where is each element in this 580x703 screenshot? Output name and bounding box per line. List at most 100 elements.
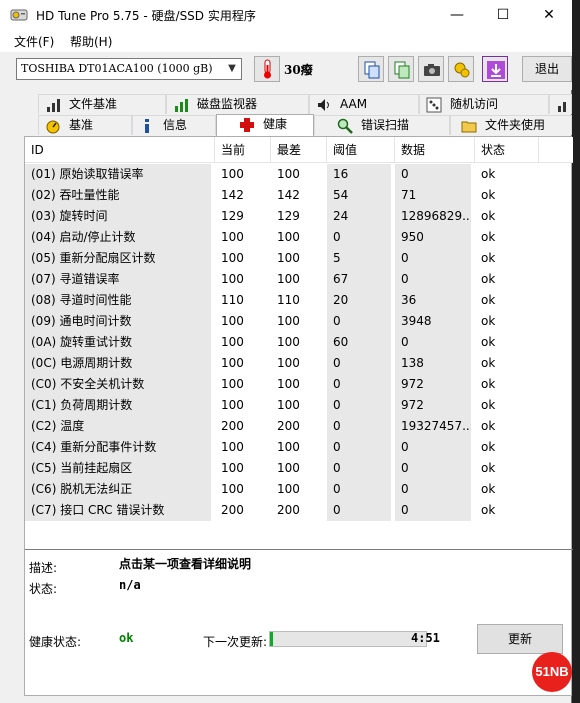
table-row[interactable]: (03) 旋转时间 129 129 24 12896829... ok	[25, 206, 573, 227]
table-row[interactable]: (01) 原始读取错误率 100 100 16 0 ok	[25, 164, 573, 185]
cell-status: ok	[481, 230, 496, 244]
cell-threshold: 20	[327, 290, 391, 311]
table-row[interactable]: (C1) 负荷周期计数 100 100 0 972 ok	[25, 395, 573, 416]
cell-threshold: 54	[327, 185, 391, 206]
table-row[interactable]: (C0) 不安全关机计数 100 100 0 972 ok	[25, 374, 573, 395]
cell-current: 129	[221, 209, 244, 223]
magnifier-icon	[337, 118, 353, 134]
cell-worst: 100	[277, 461, 300, 475]
cell-worst: 100	[277, 398, 300, 412]
save-icon	[394, 61, 410, 79]
extra-tab-icon	[558, 102, 566, 112]
cell-threshold: 0	[327, 353, 391, 374]
health-cross-icon	[240, 118, 254, 132]
table-row[interactable]: (C7) 接口 CRC 错误计数 200 200 0 0 ok	[25, 500, 573, 521]
cell-id: (0A) 旋转重试计数	[25, 332, 211, 353]
cell-worst: 100	[277, 251, 300, 265]
screenshot-button[interactable]	[418, 56, 444, 82]
description-label: 描述:	[29, 561, 58, 575]
thermometer-icon	[264, 59, 271, 79]
cell-current: 100	[221, 167, 244, 181]
table-row[interactable]: (C5) 当前挂起扇区 100 100 0 0 ok	[25, 458, 573, 479]
refresh-button[interactable]: 更新	[477, 624, 563, 654]
health-status-label: 健康状态:	[29, 635, 82, 649]
health-panel: ID 当前 最差 阈值 数据 状态 (01) 原始读取错误率 100 100 16 0 o…	[24, 136, 573, 696]
table-row[interactable]: (C6) 脱机无法纠正 100 100 0 0 ok	[25, 479, 573, 500]
cell-status: ok	[481, 293, 496, 307]
column-header-id[interactable]: ID	[25, 137, 215, 163]
drive-select[interactable]: TOSHIBA DT01ACA100 (1000 gB) ▼	[16, 58, 242, 80]
cell-status: ok	[481, 377, 496, 391]
cell-worst: 100	[277, 482, 300, 496]
thermometer-button[interactable]	[254, 56, 280, 82]
divider	[25, 549, 573, 550]
options-button[interactable]	[448, 56, 474, 82]
cell-data: 950	[395, 227, 471, 248]
cell-data: 0	[395, 332, 471, 353]
cell-threshold: 67	[327, 269, 391, 290]
next-update-progress	[269, 631, 427, 647]
cell-status: ok	[481, 398, 496, 412]
exit-button[interactable]: 退出	[522, 56, 572, 82]
close-button[interactable]: ✕	[526, 0, 572, 30]
cell-worst: 100	[277, 356, 300, 370]
menu-help[interactable]: 帮助(H)	[70, 33, 112, 50]
table-row[interactable]: (07) 寻道错误率 100 100 67 0 ok	[25, 269, 573, 290]
camera-icon	[424, 64, 440, 76]
cell-worst: 100	[277, 377, 300, 391]
minimize-button[interactable]: —	[434, 0, 480, 30]
tab-error-scan[interactable]: 错误扫描	[314, 115, 450, 135]
app-window: HD Tune Pro 5.75 - 硬盘/SSD 实用程序 — ☐ ✕ 文件(…	[0, 0, 573, 703]
table-row[interactable]: (C4) 重新分配事件计数 100 100 0 0 ok	[25, 437, 573, 458]
column-header-status[interactable]: 状态	[475, 137, 539, 163]
cell-threshold: 0	[327, 458, 391, 479]
table-row[interactable]: (09) 通电时间计数 100 100 0 3948 ok	[25, 311, 573, 332]
cell-worst: 200	[277, 419, 300, 433]
column-header-data[interactable]: 数据	[395, 137, 475, 163]
cell-id: (C0) 不安全关机计数	[25, 374, 211, 395]
table-row[interactable]: (0A) 旋转重试计数 100 100 60 0 ok	[25, 332, 573, 353]
cell-threshold: 5	[327, 248, 391, 269]
cell-worst: 100	[277, 335, 300, 349]
tab-health[interactable]: 健康	[216, 114, 314, 136]
maximize-button[interactable]: ☐	[480, 0, 526, 30]
cell-worst: 100	[277, 230, 300, 244]
copy-button[interactable]	[358, 56, 384, 82]
tab-file-benchmark[interactable]: 文件基准	[38, 94, 166, 114]
speaker-icon	[318, 99, 329, 111]
cell-data: 0	[395, 437, 471, 458]
table-row[interactable]: (04) 启动/停止计数 100 100 0 950 ok	[25, 227, 573, 248]
save-button[interactable]	[388, 56, 414, 82]
cell-current: 100	[221, 314, 244, 328]
folder-icon	[461, 121, 477, 133]
download-button[interactable]	[482, 56, 508, 82]
cell-worst: 100	[277, 314, 300, 328]
table-row[interactable]: (05) 重新分配扇区计数 100 100 5 0 ok	[25, 248, 573, 269]
cell-current: 200	[221, 503, 244, 517]
tab-benchmark[interactable]: 基准	[38, 115, 132, 135]
cell-threshold: 0	[327, 437, 391, 458]
table-header: ID 当前 最差 阈值 数据 状态	[25, 137, 573, 163]
table-row[interactable]: (08) 寻道时间性能 110 110 20 36 ok	[25, 290, 573, 311]
cell-threshold: 60	[327, 332, 391, 353]
cell-data: 0	[395, 164, 471, 185]
cell-data: 3948	[395, 311, 471, 332]
tab-random-access[interactable]: 随机访问	[419, 94, 549, 114]
tab-folder-usage[interactable]: 文件夹使用	[450, 115, 572, 135]
cell-worst: 110	[277, 293, 300, 307]
table-row[interactable]: (0C) 电源周期计数 100 100 0 138 ok	[25, 353, 573, 374]
column-header-threshold[interactable]: 阈值	[327, 137, 395, 163]
tab-overflow[interactable]	[549, 94, 572, 114]
random-access-icon	[426, 97, 442, 113]
column-header-worst[interactable]: 最差	[271, 137, 327, 163]
table-row[interactable]: (02) 吞吐量性能 142 142 54 71 ok	[25, 185, 573, 206]
cell-current: 100	[221, 461, 244, 475]
tab-aam[interactable]: AAM	[309, 94, 419, 114]
cell-threshold: 0	[327, 227, 391, 248]
cell-id: (01) 原始读取错误率	[25, 164, 211, 185]
tab-info[interactable]: 信息	[132, 115, 216, 135]
table-row[interactable]: (C2) 温度 200 200 0 19327457... ok	[25, 416, 573, 437]
menu-file[interactable]: 文件(F)	[14, 33, 54, 50]
tab-disk-monitor[interactable]: 磁盘监视器	[166, 94, 309, 114]
column-header-current[interactable]: 当前	[215, 137, 271, 163]
